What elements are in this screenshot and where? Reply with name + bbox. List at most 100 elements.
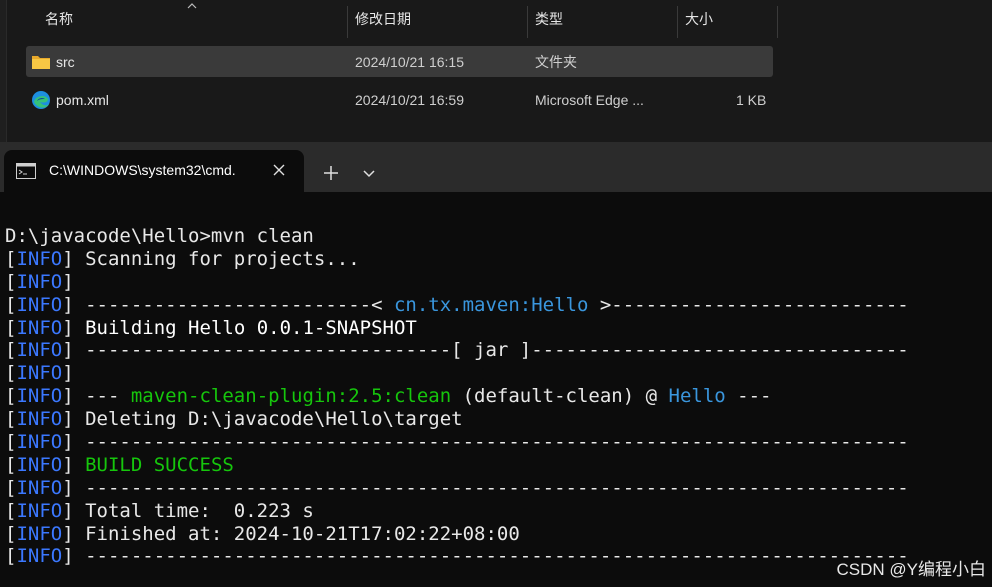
file-name: pom.xml [56, 91, 109, 108]
console-text: cn.tx.maven:Hello [393, 293, 589, 316]
column-header-size[interactable]: 大小 [685, 0, 775, 38]
file-modified: 2024/10/21 16:15 [355, 53, 464, 70]
console-line: [INFO] Total time: 0.223 s [5, 500, 909, 523]
console-text: maven-clean-plugin:2.5:clean [130, 385, 452, 408]
log-level-tag: INFO [16, 247, 63, 270]
chevron-down-icon[interactable] [358, 162, 380, 184]
console-lines: D:\javacode\Hello>mvn clean [INFO] Scanni… [5, 225, 909, 568]
console-text: [ [5, 522, 17, 545]
edge-icon [32, 91, 50, 109]
console-line: [INFO] ---------------------------------… [5, 545, 909, 568]
console-text: (default-clean) @ [451, 385, 669, 408]
column-header-name[interactable]: 名称 [45, 0, 345, 38]
console-text: [ [5, 476, 17, 499]
console-text: [ [5, 431, 17, 454]
column-header-type-label: 类型 [535, 11, 563, 27]
console-line: [INFO] [5, 271, 909, 294]
console-text: Building Hello 0.0.1-SNAPSHOT [85, 316, 417, 339]
console-text: ] Total time: 0.223 s [62, 499, 314, 522]
console-text: [ [5, 247, 17, 270]
file-modified: 2024/10/21 16:59 [355, 91, 464, 108]
console-text: >-------------------------- [588, 293, 909, 316]
console-line: [INFO] --------------------------------[… [5, 339, 909, 362]
log-level-tag: INFO [16, 362, 63, 385]
log-level-tag: INFO [16, 339, 63, 362]
file-explorer: 名称 修改日期 类型 大小 src 2024/10/21 16:15 文件夹 p… [0, 0, 992, 142]
console-text: ] [62, 362, 74, 385]
console-line: [INFO] Scanning for projects... [5, 248, 909, 271]
folder-icon [32, 56, 50, 69]
tab-cmd[interactable]: C:\WINDOWS\system32\cmd. [4, 150, 304, 192]
console-text: ] -------------------------< [62, 293, 394, 316]
log-level-tag: INFO [16, 293, 63, 316]
file-name: src [56, 53, 75, 70]
console-text: ] --- [62, 385, 131, 408]
console-text: Hello [668, 385, 726, 408]
navigation-pane-edge [0, 0, 7, 142]
column-divider[interactable] [677, 6, 678, 38]
column-divider[interactable] [527, 6, 528, 38]
tab-title: C:\WINDOWS\system32\cmd. [49, 162, 236, 178]
console-text: D:\javacode\Hello>mvn clean [5, 225, 314, 247]
console-line: [INFO] ---------------------------------… [5, 431, 909, 454]
console-text: ] [62, 453, 86, 476]
console-line: [INFO] [5, 362, 909, 385]
column-divider[interactable] [777, 6, 778, 38]
console-text: --- [725, 385, 772, 408]
console-line: [INFO] --- maven-clean-plugin:2.5:clean … [5, 385, 909, 408]
watermark: CSDN @Y编程小白 [836, 560, 987, 579]
console-text: ] Deleting D:\javacode\Hello\target [62, 408, 463, 431]
close-tab-icon[interactable] [270, 161, 288, 179]
file-row-pom-xml[interactable]: pom.xml 2024/10/21 16:59 Microsoft Edge … [26, 84, 773, 115]
terminal-tab-bar: C:\WINDOWS\system32\cmd. [0, 142, 992, 192]
console-line: [INFO] BUILD SUCCESS [5, 454, 909, 477]
console-text: BUILD SUCCESS [85, 453, 234, 476]
file-row-src[interactable]: src 2024/10/21 16:15 文件夹 [26, 46, 773, 77]
console-text: [ [5, 316, 17, 339]
file-type: Microsoft Edge ... [535, 91, 644, 108]
log-level-tag: INFO [16, 431, 63, 454]
log-level-tag: INFO [16, 522, 63, 545]
console-text: [ [5, 545, 17, 568]
console-text: ] --------------------------------[ jar … [62, 339, 909, 362]
console-text: [ [5, 270, 17, 293]
log-level-tag: INFO [16, 408, 63, 431]
console-text: [ [5, 293, 17, 316]
console-text: [ [5, 385, 17, 408]
console-text: [ [5, 453, 17, 476]
log-level-tag: INFO [16, 453, 63, 476]
console-text: ] [62, 270, 74, 293]
console-line: [INFO] ---------------------------------… [5, 477, 909, 500]
file-type: 文件夹 [535, 53, 577, 70]
console-output[interactable]: D:\javacode\Hello>mvn clean [INFO] Scanni… [0, 192, 992, 587]
console-text: ] --------------------------------------… [62, 476, 909, 499]
column-header-modified-label: 修改日期 [355, 11, 411, 27]
console-text: [ [5, 339, 17, 362]
console-line: [INFO] Finished at: 2024-10-21T17:02:22+… [5, 523, 909, 546]
console-text: ] Scanning for projects... [62, 247, 360, 270]
column-divider[interactable] [347, 6, 348, 38]
column-header-size-label: 大小 [685, 11, 713, 27]
console-line: [INFO] Deleting D:\javacode\Hello\target [5, 408, 909, 431]
log-level-tag: INFO [16, 545, 63, 568]
console-text: [ [5, 499, 17, 522]
log-level-tag: INFO [16, 385, 63, 408]
console-text: [ [5, 408, 17, 431]
console-line: [INFO] Building Hello 0.0.1-SNAPSHOT [5, 317, 909, 340]
console-line: D:\javacode\Hello>mvn clean [5, 225, 909, 248]
log-level-tag: INFO [16, 499, 63, 522]
console-text: ] [62, 316, 86, 339]
console-line: [INFO] -------------------------< cn.tx.… [5, 294, 909, 317]
column-header-modified[interactable]: 修改日期 [355, 0, 525, 38]
new-tab-button[interactable] [318, 160, 344, 186]
command-prompt-icon [16, 163, 36, 179]
column-header-name-label: 名称 [45, 11, 73, 27]
console-text: ] Finished at: 2024-10-21T17:02:22+08:00 [62, 522, 520, 545]
log-level-tag: INFO [16, 476, 63, 499]
log-level-tag: INFO [16, 316, 63, 339]
log-level-tag: INFO [16, 270, 63, 293]
console-text: ] --------------------------------------… [62, 545, 909, 568]
console-text: ] --------------------------------------… [62, 431, 909, 454]
column-header-type[interactable]: 类型 [535, 0, 675, 38]
file-size: 1 KB [736, 91, 767, 108]
